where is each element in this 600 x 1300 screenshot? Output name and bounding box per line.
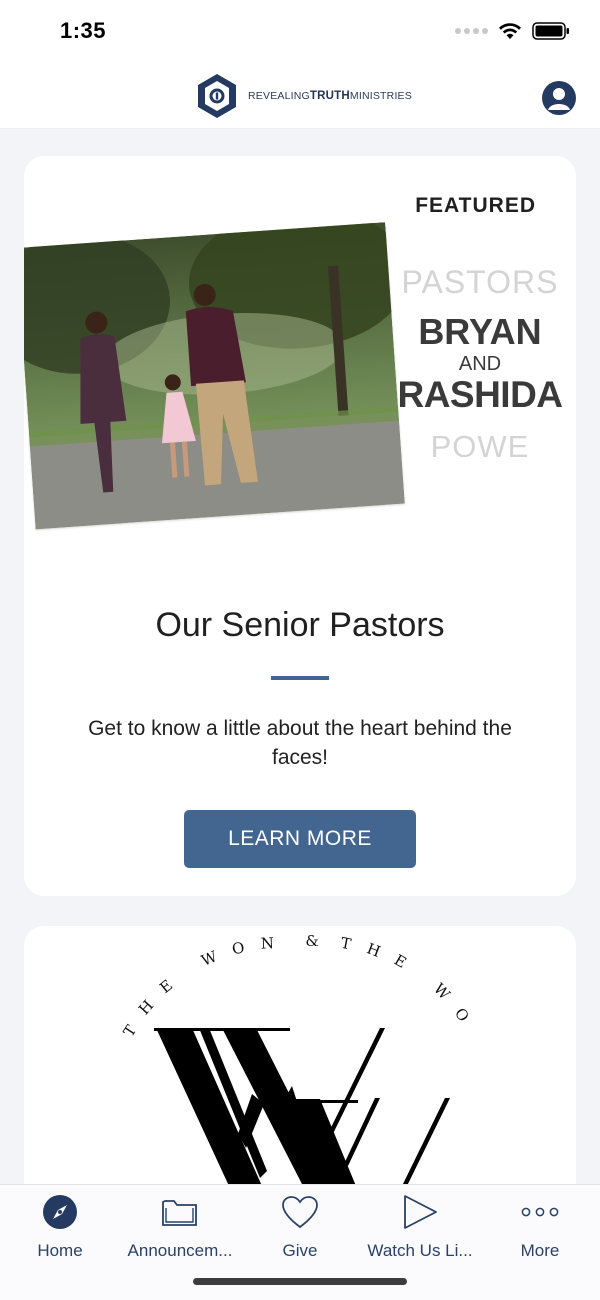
heart-icon bbox=[280, 1193, 320, 1231]
play-icon bbox=[400, 1193, 440, 1231]
tab-give[interactable]: Give bbox=[240, 1193, 360, 1261]
home-indicator[interactable] bbox=[193, 1278, 407, 1285]
battery-icon bbox=[532, 22, 569, 40]
arc-text-left: THE WONDER bbox=[24, 926, 274, 1040]
title-divider bbox=[271, 676, 329, 680]
more-dots-icon bbox=[520, 1193, 560, 1231]
status-indicators bbox=[455, 22, 570, 40]
pastors-photo bbox=[24, 222, 405, 530]
featured-label: FEATURED bbox=[415, 194, 536, 217]
compass-icon bbox=[40, 1193, 80, 1231]
graphic-pastors: PASTORS bbox=[401, 264, 559, 300]
folder-icon bbox=[160, 1193, 200, 1231]
tab-label: Home bbox=[37, 1241, 83, 1260]
graphic-surname: POWE bbox=[430, 429, 530, 464]
tab-label: Watch Us Li... bbox=[367, 1241, 473, 1260]
app-header: REVEALINGTRUTHMINISTRIES bbox=[0, 64, 600, 129]
graphic-first-name: BRYAN bbox=[418, 311, 542, 352]
tab-more[interactable]: More bbox=[480, 1193, 600, 1261]
featured-card[interactable]: FEATURED PASTORS BRYAN AND RASHIDA POWE … bbox=[24, 156, 576, 896]
brand-logo[interactable]: REVEALINGTRUTHMINISTRIES bbox=[196, 73, 412, 119]
profile-button[interactable] bbox=[542, 81, 576, 115]
ministry-logo-icon bbox=[198, 74, 236, 118]
user-icon bbox=[548, 88, 570, 110]
tab-label: More bbox=[520, 1241, 560, 1260]
learn-more-button[interactable]: LEARN MORE bbox=[184, 810, 416, 868]
card-title: Our Senior Pastors bbox=[155, 606, 445, 644]
pastors-names-graphic: PASTORS BRYAN AND RASHIDA POWE bbox=[386, 266, 574, 462]
tab-home[interactable]: Home bbox=[0, 1193, 120, 1261]
tab-label: Announcem... bbox=[127, 1241, 233, 1260]
arc-ampersand: & bbox=[305, 932, 318, 950]
tab-watch-live[interactable]: Watch Us Li... bbox=[360, 1193, 480, 1261]
status-bar: 1:35 bbox=[0, 0, 600, 64]
graphic-second-name: RASHIDA bbox=[397, 374, 563, 415]
tab-label: Give bbox=[282, 1241, 318, 1260]
tab-announcements[interactable]: Announcem... bbox=[120, 1193, 240, 1261]
ww-monogram bbox=[154, 1028, 450, 1188]
graphic-and: AND bbox=[458, 353, 502, 375]
wifi-icon bbox=[499, 23, 521, 39]
signal-icon bbox=[455, 28, 488, 34]
svg-text:THE WONDER: THE WONDER bbox=[24, 926, 290, 1040]
brand-name: REVEALINGTRUTHMINISTRIES bbox=[248, 90, 412, 102]
status-time: 1:35 bbox=[60, 18, 107, 43]
card-description: Get to know a little about the heart beh… bbox=[88, 717, 512, 769]
